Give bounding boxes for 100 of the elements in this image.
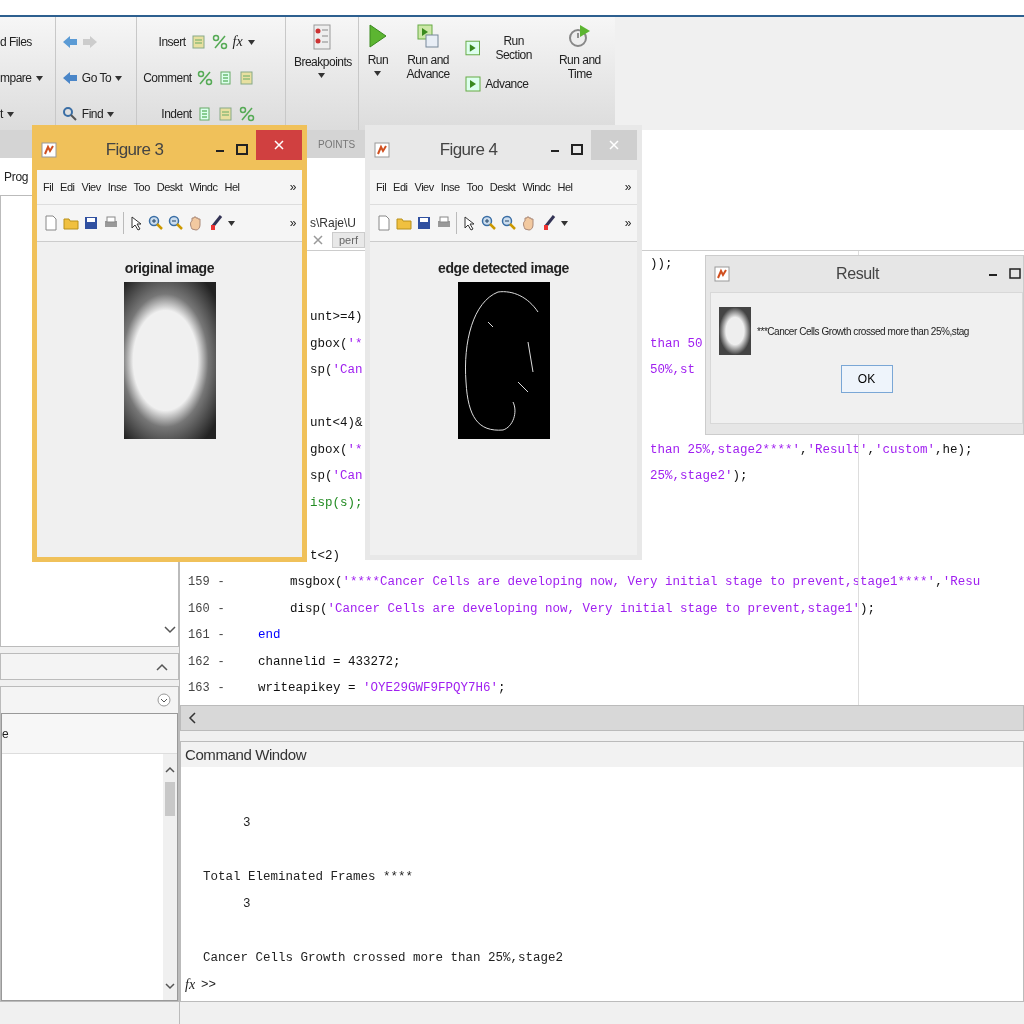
ribbon-button[interactable]: Insert [158,31,186,53]
advance-icon[interactable] [465,76,482,92]
run-advance-icon[interactable] [416,23,441,49]
back-arrow-icon[interactable] [61,34,78,50]
photo-placeholder [719,307,751,355]
zoom-out-icon[interactable] [168,215,184,231]
run-button[interactable]: Run and Advance [398,21,458,81]
save-icon[interactable] [83,215,99,231]
menu-item[interactable]: Edi [60,181,75,193]
menu-item[interactable]: Fil [376,181,387,193]
ribbon-button[interactable]: Advance [465,73,543,95]
run-button[interactable]: Run and Time [550,21,609,81]
ribbon-button[interactable]: Comment [143,67,192,89]
code-line: disp('Cancer Cells are developing now, Very initial stage to prevent,stage1'); [289,601,876,616]
edit-icon[interactable] [238,106,255,122]
save-icon[interactable] [416,215,432,231]
menu-item[interactable]: Deskt [156,181,183,193]
more-button[interactable]: » [289,216,296,230]
editor-tab[interactable]: perf [332,232,365,248]
horizontal-scrollbar[interactable] [180,705,1024,731]
run-button[interactable]: Run [364,21,391,76]
ribbon-button[interactable]: Run Section [465,37,543,59]
caret-icon [115,75,123,81]
line-number: 159 [188,575,210,590]
code-fragment: sp('Can [310,363,363,378]
brush-icon[interactable] [541,215,557,231]
panel-menu-icon[interactable] [156,692,172,708]
ribbon-button[interactable]: t [0,103,43,125]
menu-item[interactable]: Deskt [489,181,516,193]
line-marker: - [217,681,225,696]
line-number: 163 [188,681,210,696]
ribbon-button[interactable]: d Files [0,31,43,53]
run-section-icon[interactable] [465,40,481,56]
code-fragment: unt>=4) [310,310,363,325]
scroll-thumb[interactable] [165,782,175,816]
code-fragment: t<2) [310,548,340,563]
maximize-icon[interactable] [1007,266,1023,282]
more-button[interactable]: » [289,180,296,194]
ribbon-button[interactable]: mpare [0,67,43,89]
more-button[interactable]: » [624,180,631,194]
menu-item[interactable]: Viev [81,181,101,193]
line-number: 162 [188,654,210,669]
menu-item[interactable]: Fil [43,181,54,193]
menu-item[interactable]: Windc [189,181,218,193]
ribbon-button[interactable]: Find [61,103,123,125]
more-button[interactable]: » [624,216,631,230]
zoom-in-icon[interactable] [148,215,164,231]
figure-logo-icon[interactable] [714,266,730,282]
menu-item[interactable]: Windc [522,181,551,193]
brush-icon[interactable] [208,215,224,231]
zoom-in-icon[interactable] [481,215,497,231]
line-number: 161 [188,628,210,643]
caret-icon [374,71,382,76]
code-fragment: unt<4)& [310,416,363,431]
code-fragment: 50%,st [650,363,695,378]
edit-icon[interactable] [196,70,213,86]
ribbon-button[interactable]: Indent [161,103,192,125]
play-icon[interactable] [366,23,389,49]
maximize-icon[interactable] [234,142,250,158]
code-fragment: than 50 [650,336,703,351]
maximize-icon[interactable] [569,142,585,158]
menu-item[interactable]: Viev [414,181,434,193]
code-line: writeapikey = 'OYE29GWF9FPQY7H6'; [258,681,506,696]
code-fragment: )); [650,257,673,272]
output-line: 3 [243,896,251,911]
new-file-icon[interactable] [376,215,392,231]
dialog-title: Result [835,265,881,283]
output-line: 3 [243,815,251,830]
caret-icon [561,220,568,226]
pointer-icon[interactable] [461,215,477,231]
code-fragment: 25%,stage2'); [650,469,748,484]
search-icon[interactable] [61,106,78,122]
function-icon[interactable]: fx [185,977,196,993]
column-header: e [2,726,9,741]
dialog-message: ***Cancer Cells Growth crossed more than 25%,stag [757,325,969,337]
address-text[interactable]: Prog [4,169,29,184]
edit-icon[interactable] [211,34,228,50]
caret-icon [35,75,43,81]
ribbon-button[interactable]: Go To [61,67,123,89]
figure-logo-icon[interactable] [41,142,57,158]
command-prompt[interactable]: >> [201,978,217,992]
menu-item[interactable]: Hel [224,181,240,193]
stopwatch-icon[interactable] [567,23,592,49]
menu-item[interactable]: Hel [557,181,573,193]
code-line: msgbox('****Cancer Cells are developing now, Very initial stage to prevent,stage1****','Resu [289,575,981,590]
menu-item[interactable]: Too [466,181,483,193]
new-file-icon[interactable] [43,215,59,231]
breakpoints-button[interactable]: Breakpoints [291,21,352,78]
function-icon[interactable]: fx [232,34,243,50]
menu-item[interactable]: Inse [107,181,127,193]
menu-item[interactable]: Too [133,181,150,193]
zoom-out-icon[interactable] [501,215,517,231]
output-line: Total Eleminated Frames **** [203,869,414,884]
arrow-icon[interactable] [61,70,78,86]
menu-item[interactable]: Edi [393,181,408,193]
menu-item[interactable]: Inse [440,181,460,193]
close-button[interactable] [256,130,302,160]
figure-logo-icon[interactable] [374,142,390,158]
pointer-icon[interactable] [128,215,144,231]
ok-button[interactable]: OK [840,365,893,393]
